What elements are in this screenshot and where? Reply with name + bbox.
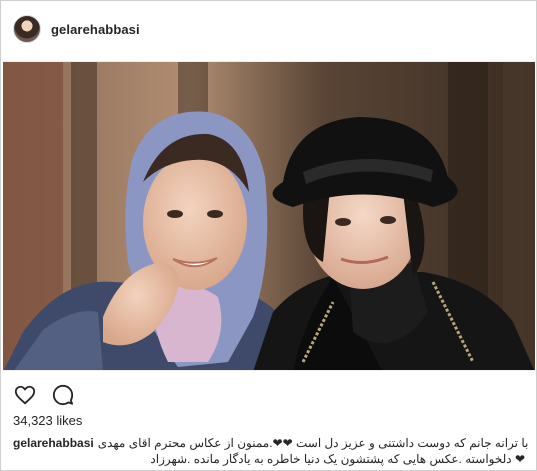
avatar[interactable] xyxy=(13,15,41,43)
post-header: gelarehabbasi xyxy=(1,1,536,59)
post-caption: gelarehabbasi با ترانه جانم که دوست داشت… xyxy=(13,435,528,467)
post-photo[interactable] xyxy=(3,61,535,371)
caption-username[interactable]: gelarehabbasi xyxy=(13,435,94,451)
like-button[interactable] xyxy=(13,383,37,407)
instagram-post: gelarehabbasi 34,323 likes gelarehabbasi… xyxy=(0,0,537,471)
comment-button[interactable] xyxy=(51,383,75,407)
likes-count[interactable]: 34,323 likes xyxy=(13,413,82,428)
post-photo-illustration xyxy=(3,62,535,370)
post-username[interactable]: gelarehabbasi xyxy=(51,22,140,37)
caption-text-line-2: ❤ دلخواسته .عکس هایی که پشتشون یک دنیا خ… xyxy=(150,452,525,466)
heart-outline-icon xyxy=(14,385,36,405)
comment-bubble-icon xyxy=(52,384,74,406)
post-actions xyxy=(13,383,75,407)
caption-text-line-1: با ترانه جانم که دوست داشتنی و عزیز دل ا… xyxy=(97,436,529,450)
caption-line-1: gelarehabbasi با ترانه جانم که دوست داشت… xyxy=(13,435,528,451)
